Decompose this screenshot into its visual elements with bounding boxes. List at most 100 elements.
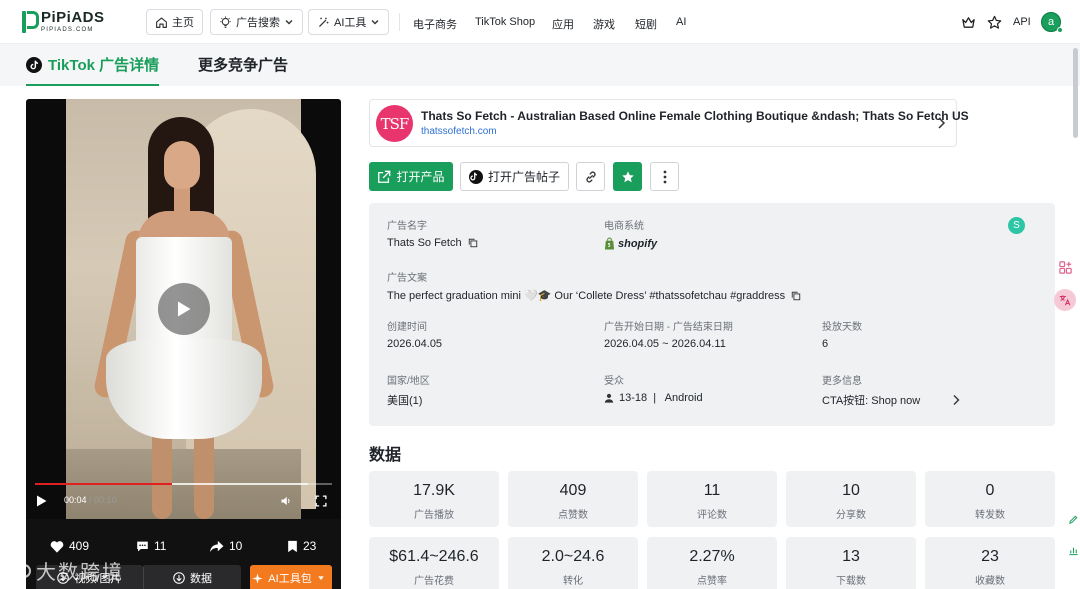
open-product-label: 打开产品 (396, 170, 445, 184)
more-info-label: 更多信息 (822, 376, 862, 387)
ad-period-value: 2026.04.05 ~ 2026.04.11 (604, 338, 726, 350)
play-pause-button[interactable] (36, 495, 47, 507)
tiktok-icon (26, 56, 42, 73)
metric-ad-spend: $61.4~246.6 广告花费 (369, 537, 499, 589)
ai-toolkit-button[interactable]: AI工具包 (250, 565, 332, 589)
volume-button[interactable] (280, 495, 292, 507)
shop-title: Thats So Fetch - Australian Based Online… (421, 109, 969, 123)
pipiads-logo[interactable]: PiPiADS PIPIADS.COM (22, 10, 105, 33)
ad-copy-field: The perfect graduation mini 🤍🎓 Our ‘Coll… (387, 289, 801, 302)
comments-stat: 11 (136, 539, 166, 553)
ad-name-label: 广告名字 (387, 221, 427, 232)
ad-search-dropdown[interactable]: 广告搜索 (210, 9, 303, 35)
link-icon (585, 171, 596, 182)
metric-label: 分享数 (836, 510, 866, 521)
star-icon[interactable] (985, 13, 1003, 31)
metric-label: 下载数 (836, 576, 866, 587)
tab-more-competitor-ads-label: 更多竞争广告 (198, 57, 289, 74)
fullscreen-button[interactable] (315, 495, 327, 507)
play-icon (37, 495, 47, 507)
ad-search-label: 广告搜索 (236, 17, 280, 29)
caret-down-icon (317, 576, 324, 580)
ecom-platform-label: 电商系统 (604, 221, 644, 232)
delivery-days-label: 投放天数 (822, 322, 862, 333)
metric-value: 0 (985, 482, 995, 499)
nav-link-games[interactable]: 游戏 (593, 16, 615, 32)
star-filled-icon (621, 170, 634, 182)
metric-conversions: 2.0~24.6 转化 (508, 537, 638, 589)
copy-icon[interactable] (791, 291, 801, 301)
created-label: 创建时间 (387, 322, 427, 333)
watermark: 大数跨境 (8, 556, 124, 585)
likes-stat: 409 (50, 539, 89, 553)
ecom-platform-value: shopify (618, 237, 658, 250)
audience-label: 受众 (604, 376, 624, 387)
top-nav: PiPiADS PIPIADS.COM 主页 广告搜索 AI工具 电子商务 Ti… (0, 0, 1080, 44)
data-download-button[interactable]: 数据 (143, 565, 241, 589)
nav-link-tiktok-shop[interactable]: TikTok Shop (475, 16, 535, 28)
open-product-button[interactable]: 打开产品 (369, 162, 453, 191)
metric-value: 23 (981, 548, 999, 565)
metric-value: 409 (559, 482, 587, 499)
copy-link-button[interactable] (576, 162, 605, 191)
online-indicator (1057, 27, 1063, 33)
shop-url-link[interactable]: thatssofetch.com (421, 126, 497, 137)
nav-link-apps[interactable]: 应用 (552, 16, 574, 32)
video-time-total: 00:10 (94, 495, 117, 505)
shopify-bag-icon (604, 237, 615, 250)
shares-count: 10 (229, 539, 243, 553)
platform-badge[interactable]: S (1008, 217, 1025, 234)
share-icon (210, 540, 224, 552)
tiktok-icon (468, 169, 483, 184)
ai-tools-dropdown[interactable]: AI工具 (308, 9, 390, 35)
external-link-icon (378, 170, 391, 183)
bookmark-icon (288, 540, 297, 552)
chevron-down-icon (285, 20, 293, 25)
metric-comments: 11 评论数 (647, 471, 777, 527)
play-button[interactable] (158, 283, 210, 335)
watermark-text: 大数跨境 (36, 562, 124, 584)
brand-sub: PIPIADS.COM (41, 27, 94, 33)
scrollbar-thumb[interactable] (1073, 48, 1078, 138)
nav-link-short-drama[interactable]: 短剧 (635, 16, 657, 32)
api-link[interactable]: API (1013, 16, 1031, 28)
copy-icon[interactable] (468, 238, 478, 248)
volume-icon (281, 496, 290, 506)
crown-icon[interactable] (959, 13, 977, 31)
metric-downloads: 13 下载数 (786, 537, 916, 589)
ad-video-player[interactable]: 00:04 / 00:10 (26, 99, 341, 519)
shop-logo: TSF (376, 105, 413, 142)
metric-value: 2.0~24.6 (541, 548, 605, 565)
open-ad-post-button[interactable]: 打开广告帖子 (460, 162, 569, 191)
metric-like-rate: 2.27% 点赞率 (647, 537, 777, 589)
open-ad-post-label: 打开广告帖子 (487, 170, 560, 184)
shop-card[interactable]: TSF Thats So Fetch - Australian Based On… (369, 99, 969, 147)
watermark-logo-icon (9, 563, 31, 578)
chevron-right-icon[interactable] (952, 394, 960, 406)
region-value: 美国(1) (387, 395, 423, 407)
tab-more-competitor-ads[interactable]: 更多竞争广告 (198, 54, 288, 75)
nav-link-ai[interactable]: AI (676, 16, 686, 28)
favorite-button[interactable] (613, 162, 642, 191)
magic-wand-icon (319, 17, 329, 27)
metric-saves: 23 收藏数 (925, 537, 1055, 589)
home-icon (156, 16, 167, 28)
ai-tools-label: AI工具 (334, 17, 367, 29)
metric-value: 17.9K (413, 482, 455, 499)
video-progress-fill (35, 483, 172, 485)
more-info-value: CTA按钮: Shop now (822, 395, 921, 407)
metric-value: $61.4~246.6 (389, 548, 479, 565)
user-icon (604, 393, 614, 403)
more-options-button[interactable] (650, 162, 679, 191)
fullscreen-icon (315, 495, 327, 507)
ad-copy-label: 广告文案 (387, 273, 427, 284)
home-button[interactable]: 主页 (146, 9, 203, 35)
nav-link-ecommerce[interactable]: 电子商务 (413, 16, 457, 32)
tab-tiktok-ad-detail[interactable]: TikTok 广告详情 (26, 54, 160, 86)
page-scrollbar[interactable] (1071, 44, 1080, 589)
region-label: 国家/地区 (387, 376, 430, 387)
likes-count: 409 (69, 539, 90, 553)
metric-value: 11 (703, 482, 721, 499)
video-progress-bar[interactable] (35, 483, 332, 485)
metric-label: 点赞数 (558, 510, 588, 521)
